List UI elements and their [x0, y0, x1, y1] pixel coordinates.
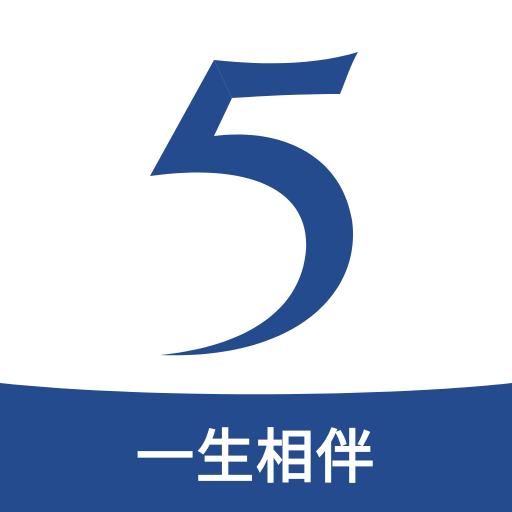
five-top-stroke	[214, 52, 358, 98]
app-icon[interactable]: 一生相伴	[0, 0, 512, 512]
five-bowl-stroke	[150, 60, 354, 356]
numeral-five-logo-icon	[150, 52, 358, 356]
tagline-text: 一生相伴	[135, 423, 376, 491]
